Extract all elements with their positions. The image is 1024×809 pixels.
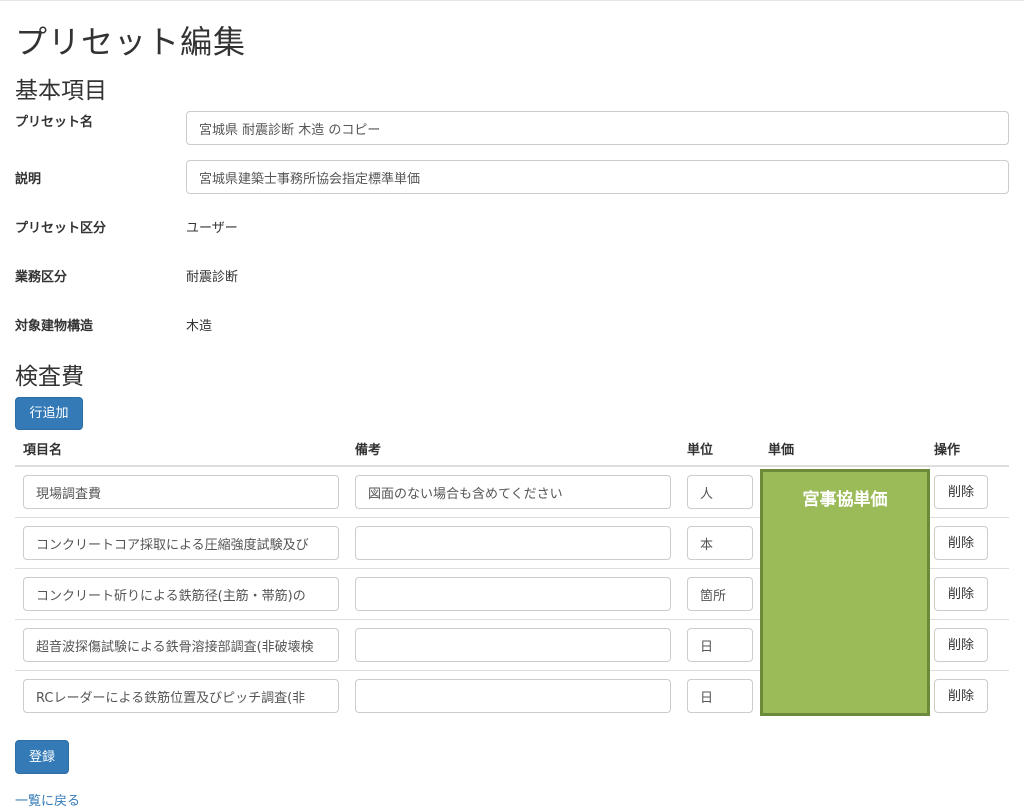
row-item-name-input[interactable] — [23, 577, 339, 611]
structure-value: 木造 — [186, 319, 213, 334]
description-input[interactable] — [186, 160, 1009, 194]
row-item-name-input[interactable] — [23, 526, 339, 560]
row-item-name-input[interactable] — [23, 628, 339, 662]
basic-section-title: 基本項目 — [15, 78, 107, 104]
row-note-input[interactable] — [355, 577, 671, 611]
row-unit-input[interactable] — [687, 526, 753, 560]
business-type-label: 業務区分 — [15, 270, 68, 285]
add-row-button[interactable]: 行追加 — [15, 397, 83, 430]
row-unit-input[interactable] — [687, 475, 753, 509]
back-to-list-link[interactable]: 一覧に戻る — [15, 790, 80, 809]
page-title: プリセット編集 — [15, 23, 247, 61]
preset-name-label: プリセット名 — [15, 115, 94, 130]
column-header-note: 備考 — [355, 443, 382, 458]
row-note-input[interactable] — [355, 628, 671, 662]
preset-type-label: プリセット区分 — [15, 221, 107, 236]
row-unit-input[interactable] — [687, 679, 753, 713]
column-header-price: 単価 — [768, 443, 795, 458]
business-type-value: 耐震診断 — [186, 270, 239, 285]
row-delete-button[interactable]: 削除 — [934, 526, 988, 560]
inspection-section-title: 検査費 — [15, 364, 84, 390]
submit-button[interactable]: 登録 — [15, 740, 69, 774]
row-note-input[interactable] — [355, 475, 671, 509]
preset-type-value: ユーザー — [186, 221, 238, 236]
row-delete-button[interactable]: 削除 — [934, 679, 988, 713]
row-item-name-input[interactable] — [23, 679, 339, 713]
table-header-divider — [15, 465, 1009, 467]
column-header-action: 操作 — [934, 443, 961, 458]
unit-price-overlay: 宮事協単価 — [760, 469, 930, 716]
row-unit-input[interactable] — [687, 577, 753, 611]
preset-name-input[interactable] — [186, 111, 1009, 145]
row-delete-button[interactable]: 削除 — [934, 628, 988, 662]
row-item-name-input[interactable] — [23, 475, 339, 509]
column-header-unit: 単位 — [687, 443, 714, 458]
row-delete-button[interactable]: 削除 — [934, 577, 988, 611]
row-delete-button[interactable]: 削除 — [934, 475, 988, 509]
column-header-name: 項目名 — [23, 443, 63, 458]
description-label: 説明 — [15, 172, 42, 187]
row-unit-input[interactable] — [687, 628, 753, 662]
row-note-input[interactable] — [355, 526, 671, 560]
structure-label: 対象建物構造 — [15, 319, 94, 334]
row-note-input[interactable] — [355, 679, 671, 713]
